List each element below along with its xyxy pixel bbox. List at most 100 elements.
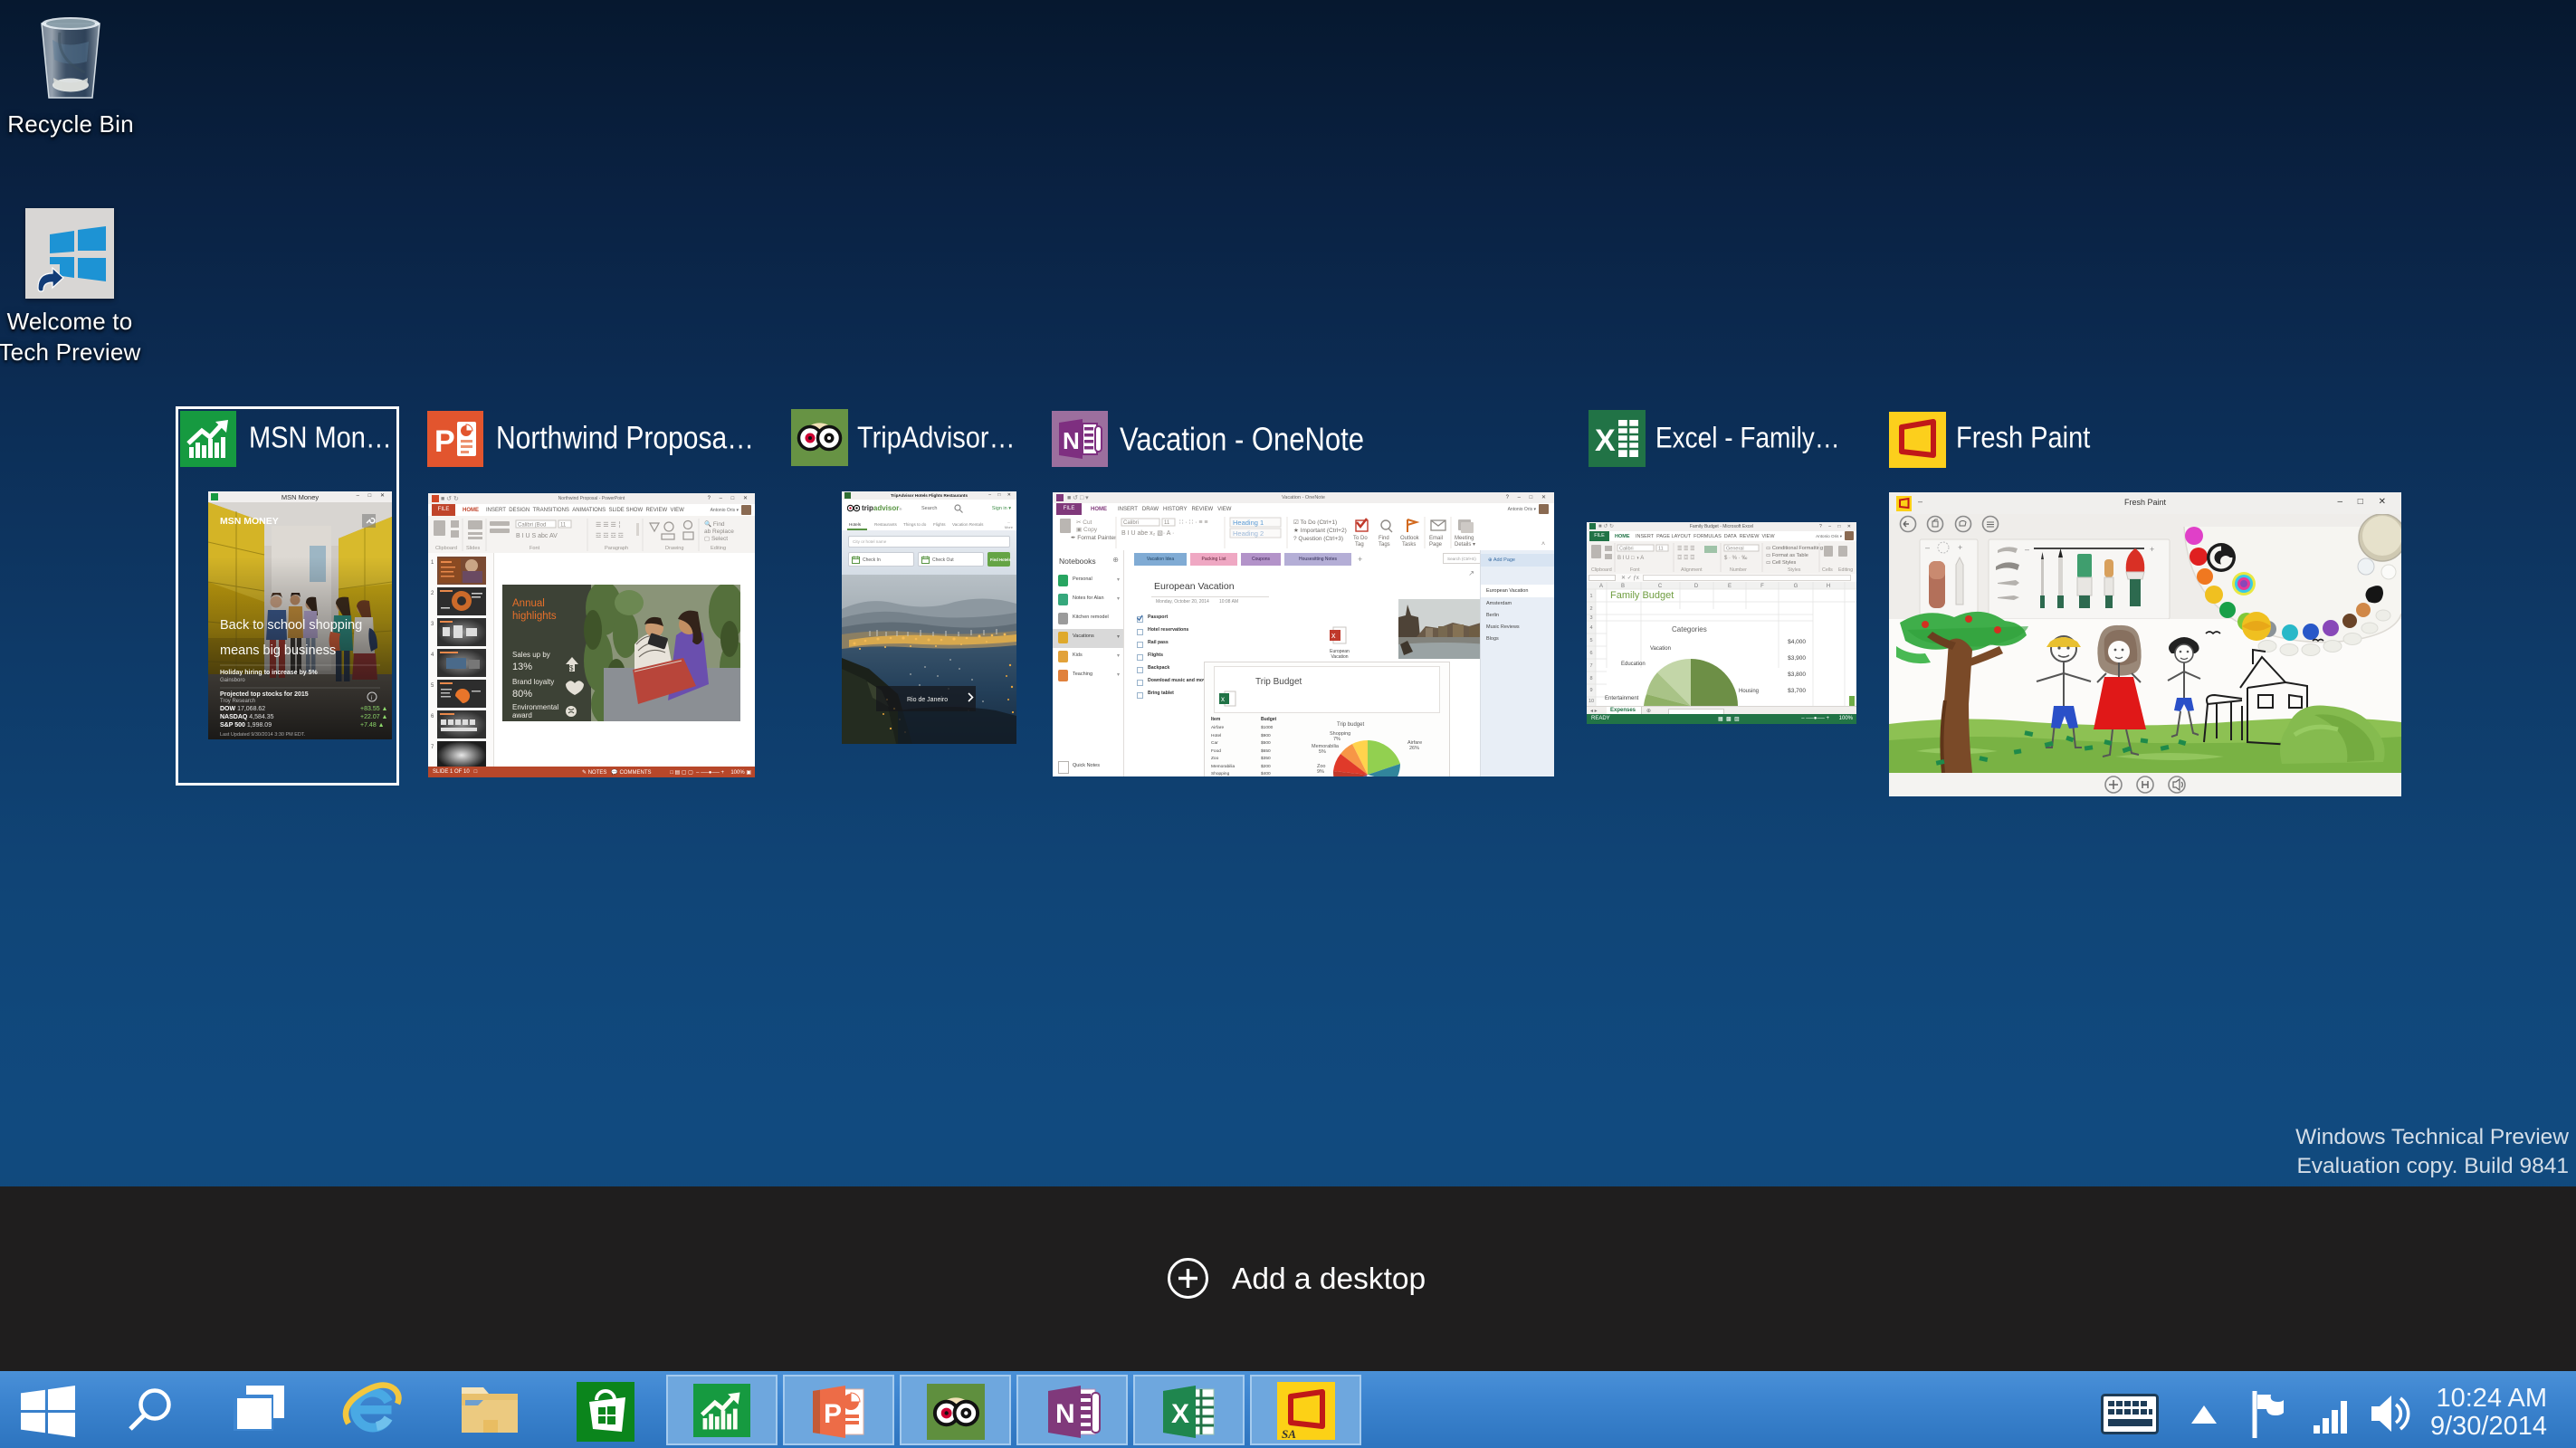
svg-text:Gainsboro: Gainsboro (220, 678, 245, 683)
svg-text:Education: Education (1621, 662, 1646, 667)
svg-text:N: N (1063, 427, 1080, 454)
svg-text:Calibri: Calibri (1123, 520, 1139, 526)
svg-text:▭ Cell Styles: ▭ Cell Styles (1766, 560, 1796, 566)
svg-text:$4,000: $4,000 (1788, 639, 1806, 645)
svg-text:Categories: Categories (1672, 625, 1707, 634)
svg-text:+22.07 ▲: +22.07 ▲ (360, 714, 387, 720)
svg-text:★ Important (Ctrl+2): ★ Important (Ctrl+2) (1293, 527, 1347, 534)
svg-text:A: A (1599, 584, 1603, 589)
svg-text:NASDAQ 4,584.35: NASDAQ 4,584.35 (220, 714, 274, 720)
svg-text:☰ ☰ ☰ ╎: ☰ ☰ ☰ ╎ (596, 521, 622, 529)
svg-text:Back to school shopping: Back to school shopping (220, 618, 362, 633)
svg-text:˄: ˄ (1541, 541, 1545, 548)
svg-text:+: + (2150, 545, 2154, 554)
svg-text:Tags: Tags (1379, 542, 1390, 548)
svg-text:C: C (1658, 584, 1663, 589)
svg-text:G: G (1794, 584, 1798, 589)
svg-text:X: X (1595, 424, 1616, 458)
svg-text:9: 9 (1589, 688, 1592, 693)
svg-text:▭ Conditional Formatting: ▭ Conditional Formatting (1766, 546, 1823, 551)
svg-text:means big business: means big business (220, 643, 336, 658)
svg-text:☰ ☰ ☰: ☰ ☰ ☰ (1677, 546, 1694, 552)
svg-text:1: 1 (431, 560, 434, 566)
svg-text:Rio de Janeiro: Rio de Janeiro (907, 697, 948, 703)
svg-text:X: X (1171, 1399, 1189, 1429)
svg-text:7%: 7% (1333, 737, 1340, 742)
svg-text:Last Updated 9/30/2014 3:30 PM: Last Updated 9/30/2014 3:30 PM EDT. (220, 732, 306, 738)
svg-text:Environmental: Environmental (512, 703, 558, 711)
svg-text:▭ Format as Table: ▭ Format as Table (1766, 553, 1808, 558)
svg-text:☲ ☲ ☲ ☲: ☲ ☲ ☲ ☲ (596, 533, 624, 539)
svg-text:80%: 80% (512, 689, 532, 700)
svg-text:✂ Cut: ✂ Cut (1076, 519, 1092, 526)
svg-text:11: 11 (560, 523, 567, 529)
svg-text:5%: 5% (1319, 749, 1326, 755)
svg-text:P: P (434, 424, 455, 459)
svg-text:B I U S abc AV: B I U S abc AV (516, 533, 558, 539)
svg-text:5: 5 (431, 683, 434, 689)
svg-text:x: x (1221, 695, 1225, 703)
svg-text:award: award (512, 711, 532, 719)
svg-text:DOW 17,068.62: DOW 17,068.62 (220, 706, 265, 712)
svg-text:Tasks: Tasks (1402, 542, 1416, 548)
svg-text:☲ ☲ ☲: ☲ ☲ ☲ (1677, 555, 1694, 561)
svg-text:H: H (1827, 584, 1830, 589)
svg-text:$: $ (569, 664, 574, 672)
svg-text:Clipboard: Clipboard (435, 546, 457, 551)
svg-text:$3,800: $3,800 (1788, 672, 1806, 678)
svg-text:6: 6 (431, 714, 434, 719)
svg-text:Calibri: Calibri (1619, 547, 1634, 552)
svg-text:Find: Find (1379, 536, 1389, 541)
svg-text:4: 4 (431, 653, 434, 658)
svg-text:F: F (1760, 584, 1764, 589)
svg-text:Family Budget: Family Budget (1610, 590, 1674, 601)
svg-text:Holiday hiring to increase by: Holiday hiring to increase by 5% (220, 670, 319, 676)
svg-text:Email: Email (1429, 536, 1443, 541)
svg-text:Vacation: Vacation (1650, 646, 1671, 652)
svg-text:B I U □ ◑ A: B I U □ ◑ A (1617, 556, 1644, 561)
svg-text:11: 11 (1164, 520, 1170, 526)
svg-text:+: + (1958, 543, 1962, 552)
svg-text:S&P 500 1,998.09: S&P 500 1,998.09 (220, 722, 272, 729)
svg-text:Calibri (Bod: Calibri (Bod (518, 523, 546, 529)
svg-text:1: 1 (1589, 594, 1592, 599)
svg-text:3: 3 (431, 622, 434, 627)
svg-text:2: 2 (1589, 606, 1592, 612)
svg-text:Brand loyalty: Brand loyalty (512, 678, 554, 686)
svg-text:5: 5 (1589, 638, 1592, 643)
svg-text:ab Replace: ab Replace (704, 529, 734, 535)
svg-text:Sales up by: Sales up by (512, 651, 550, 659)
svg-text:Troy Research: Troy Research (220, 699, 255, 704)
svg-text:▢ Select: ▢ Select (704, 536, 728, 542)
svg-text:$3,900: $3,900 (1788, 655, 1806, 662)
svg-text:▣ Copy: ▣ Copy (1076, 527, 1098, 533)
svg-text:🔍 Find: 🔍 Find (704, 519, 725, 528)
svg-text:D: D (1694, 584, 1699, 589)
svg-text:x: x (1331, 631, 1336, 640)
svg-text:B: B (1621, 584, 1625, 589)
svg-text:7: 7 (1589, 663, 1592, 669)
svg-text:B I U abe x₂ ▧· A ·: B I U abe x₂ ▧· A · (1121, 530, 1174, 537)
svg-text:Slides: Slides (466, 546, 480, 551)
svg-text:11: 11 (1658, 547, 1664, 552)
svg-text:–: – (2025, 545, 2029, 554)
svg-text:Details ▾: Details ▾ (1455, 542, 1475, 548)
svg-text:Outlook: Outlook (1400, 536, 1420, 541)
svg-text:6: 6 (1589, 651, 1592, 656)
svg-text:Alignment: Alignment (1681, 567, 1703, 573)
svg-text:Cells: Cells (1822, 567, 1833, 573)
svg-text:10: 10 (1589, 699, 1594, 704)
svg-text:To Do: To Do (1353, 536, 1368, 541)
svg-text:8: 8 (1589, 676, 1592, 681)
svg-text:+83.55 ▲: +83.55 ▲ (360, 706, 387, 712)
svg-text:26%: 26% (1409, 746, 1419, 751)
svg-text:☑ To Do (Ctrl+1): ☑ To Do (Ctrl+1) (1293, 519, 1337, 526)
svg-text:Page: Page (1429, 542, 1443, 548)
svg-text:Paragraph: Paragraph (605, 546, 628, 551)
svg-text:3: 3 (1589, 615, 1592, 621)
svg-text:Housing: Housing (1739, 689, 1759, 694)
svg-text:4: 4 (1589, 625, 1592, 631)
svg-text:Drawing: Drawing (665, 546, 684, 551)
svg-text:13%: 13% (512, 662, 532, 672)
svg-text:Number: Number (1730, 567, 1747, 573)
